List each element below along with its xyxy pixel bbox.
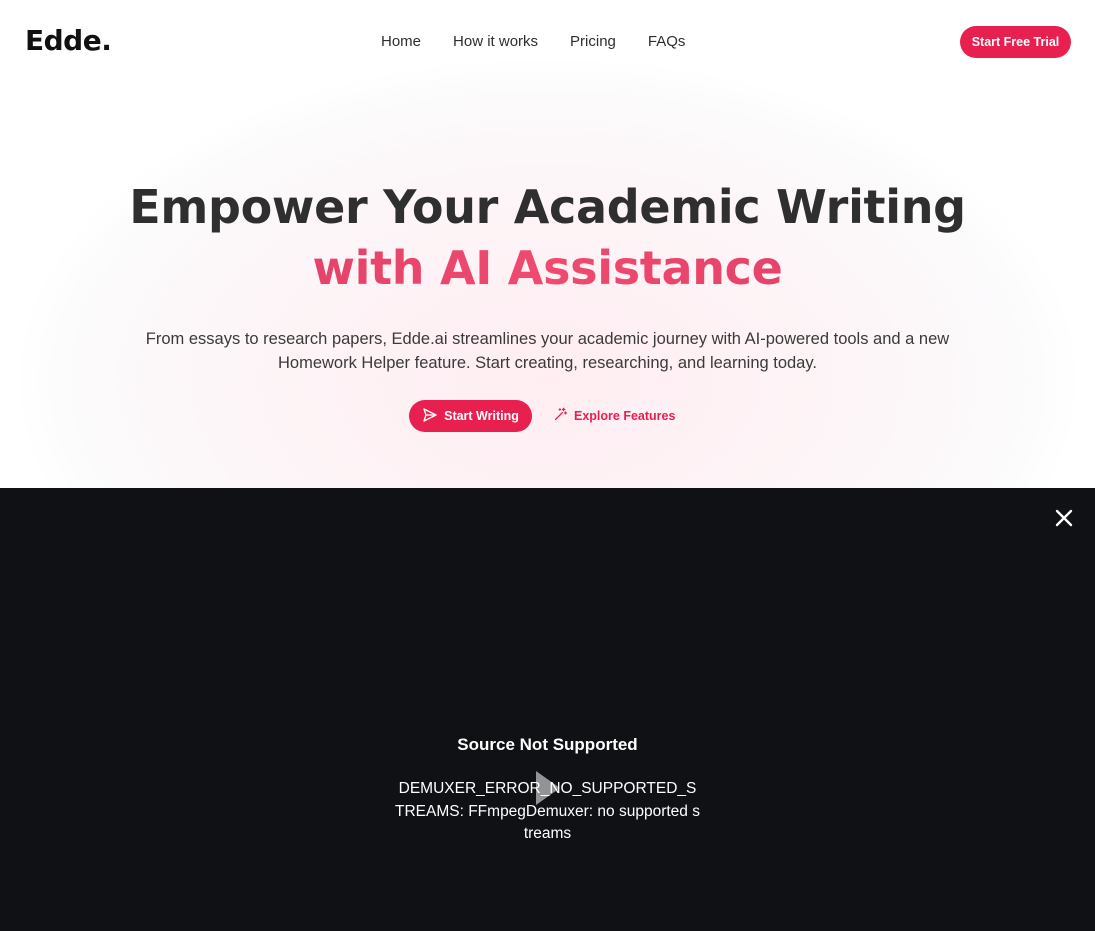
video-error-message: DEMUXER_ERROR_NO_SUPPORTED_STREAMS: FFmp… (395, 780, 700, 842)
hero-subtitle: From essays to research papers, Edde.ai … (95, 327, 1000, 375)
nav-home[interactable]: Home (381, 33, 421, 50)
start-writing-label: Start Writing (444, 409, 519, 423)
video-error-title: Source Not Supported (457, 735, 638, 754)
main-nav: Home How it works Pricing FAQs (381, 33, 717, 50)
nav-pricing[interactable]: Pricing (570, 33, 616, 50)
video-player[interactable]: Source Not Supported DEMUXER_ERROR_NO_SU… (0, 488, 1095, 931)
hero-heading: Empower Your Academic Writing with AI As… (0, 176, 1095, 298)
explore-features-button[interactable]: Explore Features (553, 407, 675, 425)
hero-actions: Start Writing Explore Features (409, 400, 675, 432)
hero-title-highlight: with AI Assistance (312, 241, 783, 295)
explore-features-label: Explore Features (574, 409, 676, 423)
start-free-trial-button[interactable]: Start Free Trial (960, 26, 1071, 58)
nav-faqs[interactable]: FAQs (648, 33, 686, 50)
close-icon[interactable] (1053, 507, 1075, 529)
hero-subtitle-line-1: From essays to research papers, Edde.ai … (145, 330, 950, 348)
hero-subtitle-line-2: Homework Helper feature. Start creating,… (278, 354, 817, 372)
hero-title: Empower Your Academic Writing (129, 180, 966, 234)
send-icon (422, 407, 438, 426)
logo[interactable]: Edde. (25, 24, 112, 57)
site-header: Edde. Home How it works Pricing FAQs Sta… (0, 0, 1095, 84)
nav-how-it-works[interactable]: How it works (453, 33, 538, 50)
magic-wand-icon (553, 407, 568, 425)
start-writing-button[interactable]: Start Writing (409, 400, 532, 432)
